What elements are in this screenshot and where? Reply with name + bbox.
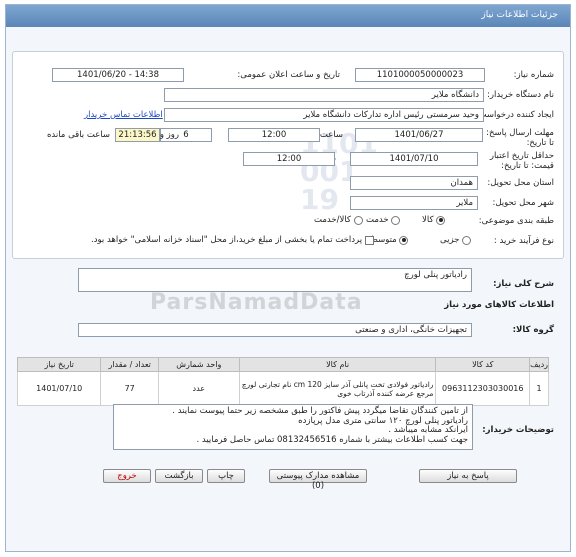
treasury-payment-option[interactable]: پرداخت تمام یا بخشی از مبلغ خرید،از محل … [91, 235, 374, 246]
table-row: 1 0963112303030016 رادیاتور فولادی تخت پ… [16, 371, 549, 406]
treasury-payment-checkbox[interactable] [364, 235, 374, 245]
process-label: نوع فرآیند خرید : [493, 236, 554, 246]
exit-button[interactable]: خروج [103, 469, 151, 483]
process-radio-medium[interactable] [399, 235, 409, 245]
need-summary-label: شرح کلی نیاز: [493, 279, 554, 289]
watermark: ParsNamadData [150, 290, 363, 315]
category-option-goods-service[interactable]: کالا/خدمت [314, 215, 363, 226]
col-name: نام کالا [238, 357, 437, 372]
goods-group-label: گروه کالا: [512, 325, 554, 335]
days-label: روز و [159, 130, 179, 140]
row-number: 1 [529, 371, 549, 406]
category-option-goods[interactable]: کالا [422, 215, 446, 226]
process-option-medium[interactable]: متوسط [370, 235, 409, 246]
row-date: 1401/07/10 [16, 371, 102, 406]
need-summary-field: رادیاتور پنلی لورچ [78, 268, 472, 292]
deadline-label: مهلت ارسال پاسخ: تا تاریخ: [486, 128, 554, 148]
buyer-desc-label: توضیحات خریدار: [482, 425, 554, 435]
goods-table-header: ردیف کد کالا نام کالا واحد شمارش تعداد /… [16, 357, 549, 372]
city-field: ملایر [350, 196, 478, 210]
city-label: شهر محل تحویل: [492, 198, 554, 208]
action-bar: پاسخ به نیاز مشاهده مدارک پیوستی (0) چاپ… [17, 469, 554, 491]
validity-time-field: 12:00 [243, 152, 335, 166]
reply-button[interactable]: پاسخ به نیاز [419, 469, 517, 483]
buyer-org-field: دانشگاه ملایر [164, 88, 484, 102]
col-code: کد کالا [435, 357, 531, 372]
row-qty: 77 [100, 371, 159, 406]
row-name: رادیاتور فولادی تخت پانلی آذر سایز 120 c… [238, 371, 437, 406]
validity-label: حداقل تاریخ اعتبار قیمت: تا تاریخ: [489, 151, 554, 171]
row-code: 0963112303030016 [435, 371, 531, 406]
goods-table: ردیف کد کالا نام کالا واحد شمارش تعداد /… [16, 357, 549, 406]
creator-label: ایجاد کننده درخواست: [475, 110, 554, 120]
announce-label: تاریخ و ساعت اعلان عمومی: [237, 70, 340, 80]
deadline-time-label: ساعت [319, 130, 343, 140]
goods-group-field: تجهیزات خانگی، اداری و صنعتی [78, 323, 472, 337]
validity-date-field: 1401/07/10 [350, 152, 478, 166]
buyer-org-label: نام دستگاه خریدار: [487, 90, 554, 100]
category-option-service[interactable]: خدمت [366, 215, 401, 226]
need-number-label: شماره نیاز: [513, 70, 554, 80]
col-qty: تعداد / مقدار [100, 357, 159, 372]
creator-field: وحید سرمستی رئیس اداره تدارکات دانشگاه م… [164, 108, 484, 122]
buyer-contact-link[interactable]: اطلاعات تماس خریدار [84, 110, 163, 120]
process-option-minor[interactable]: جزیی [440, 235, 472, 246]
category-radio-goods[interactable] [436, 215, 446, 225]
announce-field: 1401/06/20 - 14:38 [52, 68, 184, 82]
row-unit: عدد [157, 371, 240, 406]
col-row: ردیف [529, 357, 549, 372]
col-date: تاریخ نیاز [16, 357, 102, 372]
category-label: طبقه بندی موضوعی: [478, 216, 554, 226]
province-label: استان محل تحویل: [487, 178, 554, 188]
attachments-button[interactable]: مشاهده مدارک پیوستی (0) [269, 469, 367, 491]
print-button[interactable]: چاپ [207, 469, 245, 483]
remaining-time-field: 21:13:56 [115, 128, 160, 142]
process-radio-minor[interactable] [462, 235, 472, 245]
page-header: جزئیات اطلاعات نیاز [6, 5, 570, 27]
category-radio-goods-service[interactable] [353, 215, 363, 225]
goods-section-title: اطلاعات کالاهای مورد نیاز [444, 300, 554, 310]
category-radio-service[interactable] [391, 215, 401, 225]
col-unit: واحد شمارش [157, 357, 240, 372]
deadline-time-field: 12:00 [228, 128, 320, 142]
need-number-field: 1101000050000023 [355, 68, 485, 82]
buyer-desc-field: از تامین کنندگان تقاضا میگردد پیش فاکتور… [113, 404, 473, 450]
deadline-date-field: 1401/06/27 [355, 128, 483, 142]
page-title: جزئیات اطلاعات نیاز [481, 10, 558, 20]
province-field: همدان [350, 176, 478, 190]
back-button[interactable]: بازگشت [155, 469, 203, 483]
remaining-label: ساعت باقی مانده [46, 130, 110, 140]
